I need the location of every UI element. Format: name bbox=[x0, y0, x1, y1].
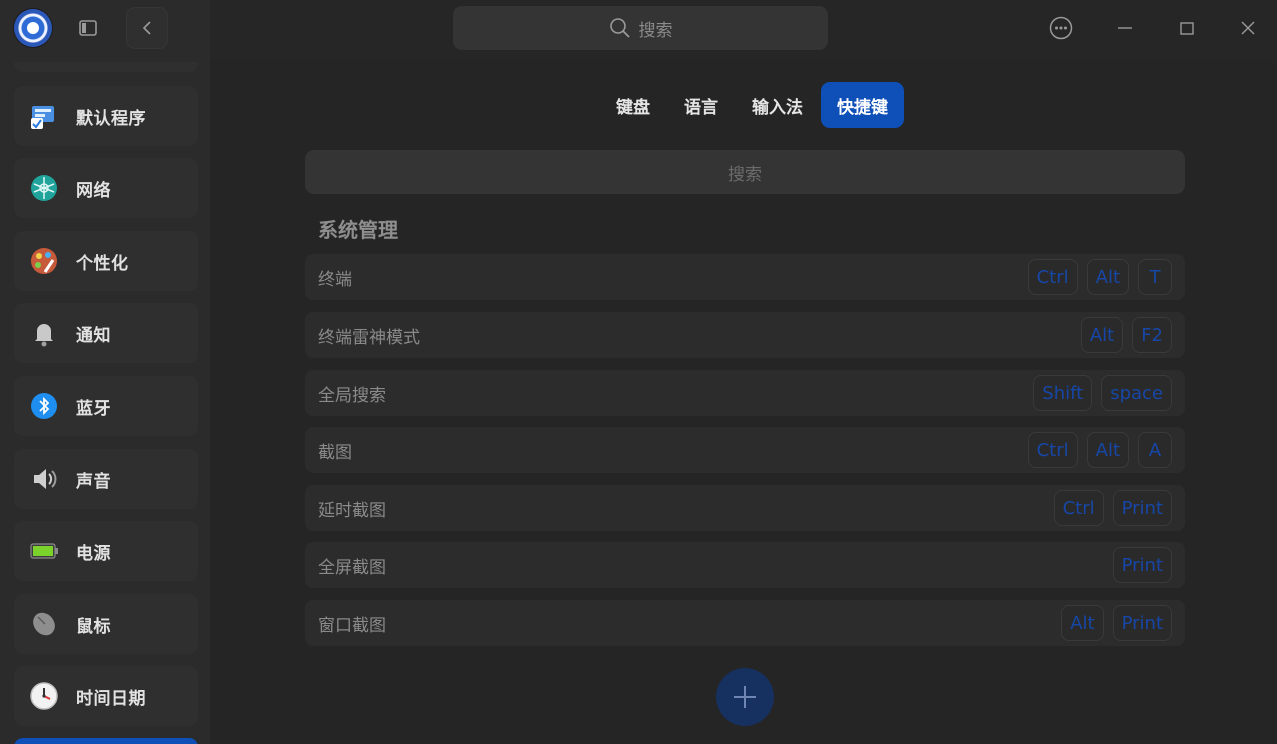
tab-shortcuts[interactable]: 快捷键 bbox=[821, 82, 904, 128]
shortcut-key[interactable]: Shift bbox=[1033, 375, 1093, 411]
sidebar-toggle-icon[interactable] bbox=[78, 18, 98, 38]
sidebar-item-label: 声音 bbox=[76, 471, 111, 492]
shortcut-row[interactable]: 终端雷神模式 Alt F2 bbox=[305, 312, 1185, 358]
sidebar-item-label: 默认程序 bbox=[76, 108, 146, 129]
shortcut-keys[interactable]: Ctrl Alt A bbox=[1019, 432, 1172, 468]
tab-language[interactable]: 语言 bbox=[668, 82, 734, 128]
tab-bar: 键盘 语言 输入法 快捷键 bbox=[600, 82, 906, 128]
sidebar: 默认程序网络个性化通知蓝牙声音电源鼠标时间日期 bbox=[0, 0, 210, 744]
battery-icon bbox=[28, 535, 60, 567]
shortcut-key[interactable]: Ctrl bbox=[1053, 490, 1104, 526]
default-apps-icon bbox=[28, 100, 60, 132]
shortcut-name: 终端 bbox=[318, 269, 352, 290]
clock-icon bbox=[28, 680, 60, 712]
shortcut-name: 全局搜索 bbox=[318, 385, 386, 406]
sidebar-item-previous[interactable] bbox=[14, 62, 198, 72]
shortcut-key[interactable]: Ctrl bbox=[1027, 259, 1078, 295]
shortcut-name: 终端雷神模式 bbox=[318, 327, 420, 348]
sidebar-item-default-apps[interactable]: 默认程序 bbox=[14, 86, 198, 146]
app-logo-icon bbox=[14, 9, 52, 47]
sidebar-item-datetime[interactable]: 时间日期 bbox=[14, 666, 198, 726]
shortcut-key[interactable]: Alt bbox=[1086, 259, 1129, 295]
sidebar-item-label: 通知 bbox=[76, 325, 111, 346]
shortcut-row[interactable]: 窗口截图 Alt Print bbox=[305, 600, 1185, 646]
global-search-input[interactable]: 搜索 bbox=[453, 6, 828, 50]
tab-input-method[interactable]: 输入法 bbox=[736, 82, 819, 128]
sidebar-item-label: 电源 bbox=[76, 543, 111, 564]
search-placeholder: 搜索 bbox=[638, 20, 673, 41]
shortcut-row[interactable]: 终端 Ctrl Alt T bbox=[305, 254, 1185, 300]
tab-keyboard[interactable]: 键盘 bbox=[600, 82, 666, 128]
shortcut-key[interactable]: space bbox=[1101, 375, 1172, 411]
sidebar-item-mouse[interactable]: 鼠标 bbox=[14, 594, 198, 654]
shortcut-key[interactable]: F2 bbox=[1132, 317, 1172, 353]
sidebar-item-label: 鼠标 bbox=[76, 616, 111, 637]
shortcut-key[interactable]: Print bbox=[1112, 490, 1172, 526]
shortcut-row[interactable]: 全局搜索 Shift space bbox=[305, 370, 1185, 416]
sidebar-item-label: 网络 bbox=[76, 180, 111, 201]
shortcut-keys[interactable]: Alt F2 bbox=[1072, 317, 1172, 353]
search-icon bbox=[609, 18, 630, 38]
shortcut-row[interactable]: 截图 Ctrl Alt A bbox=[305, 427, 1185, 473]
minimize-icon[interactable] bbox=[1112, 15, 1138, 41]
bluetooth-icon bbox=[28, 390, 60, 422]
sidebar-item-sound[interactable]: 声音 bbox=[14, 449, 198, 509]
speaker-icon bbox=[28, 463, 60, 495]
titlebar: 搜索 bbox=[210, 0, 1277, 60]
shortcut-row[interactable]: 全屏截图 Print bbox=[305, 542, 1185, 588]
sidebar-item-label: 蓝牙 bbox=[76, 398, 111, 419]
shortcut-key[interactable]: Alt bbox=[1080, 317, 1124, 353]
shortcut-row[interactable]: 延时截图 Ctrl Print bbox=[305, 485, 1185, 531]
plus-icon bbox=[734, 686, 756, 708]
bell-icon bbox=[28, 317, 60, 349]
shortcut-key[interactable]: Print bbox=[1112, 547, 1172, 583]
sidebar-item-bluetooth[interactable]: 蓝牙 bbox=[14, 376, 198, 436]
shortcut-name: 窗口截图 bbox=[318, 615, 386, 636]
back-button[interactable] bbox=[126, 7, 168, 49]
sidebar-item-personalization[interactable]: 个性化 bbox=[14, 231, 198, 291]
shortcut-key[interactable]: Ctrl bbox=[1027, 432, 1078, 468]
maximize-icon[interactable] bbox=[1174, 15, 1200, 41]
sidebar-item-label: 个性化 bbox=[76, 253, 129, 274]
network-icon bbox=[28, 172, 60, 204]
shortcut-key[interactable]: Alt bbox=[1061, 605, 1104, 641]
sidebar-item-network[interactable]: 网络 bbox=[14, 158, 198, 218]
shortcut-key[interactable]: A bbox=[1138, 432, 1172, 468]
shortcut-key[interactable]: Alt bbox=[1086, 432, 1129, 468]
sidebar-item-label: 时间日期 bbox=[76, 688, 146, 709]
shortcut-name: 全屏截图 bbox=[318, 557, 386, 578]
sidebar-item-power[interactable]: 电源 bbox=[14, 521, 198, 581]
shortcut-search-input[interactable]: 搜索 bbox=[305, 150, 1185, 194]
control-center-window: 默认程序网络个性化通知蓝牙声音电源鼠标时间日期 搜索 键盘 语言 输入法 快捷键 bbox=[0, 0, 1277, 744]
shortcut-keys[interactable]: Shift space bbox=[1024, 375, 1172, 411]
shortcut-keys[interactable]: Print bbox=[1104, 547, 1172, 583]
sidebar-item-notification[interactable]: 通知 bbox=[14, 303, 198, 363]
shortcut-key[interactable]: Print bbox=[1112, 605, 1172, 641]
section-title: 系统管理 bbox=[318, 218, 398, 242]
shortcut-name: 截图 bbox=[318, 442, 352, 463]
chevron-left-icon bbox=[142, 21, 151, 35]
add-shortcut-button[interactable] bbox=[716, 668, 774, 726]
shortcut-name: 延时截图 bbox=[318, 500, 386, 521]
shortcut-keys[interactable]: Ctrl Alt T bbox=[1019, 259, 1172, 295]
shortcut-search-placeholder: 搜索 bbox=[728, 164, 762, 185]
mouse-icon bbox=[28, 608, 60, 640]
shortcut-key[interactable]: T bbox=[1138, 259, 1172, 295]
shortcut-keys[interactable]: Alt Print bbox=[1052, 605, 1172, 641]
more-options-icon[interactable] bbox=[1048, 15, 1074, 41]
shortcuts-panel: 键盘 语言 输入法 快捷键 搜索 系统管理 终端 Ctrl Alt T 终端雷神模式 Al… bbox=[210, 60, 1277, 744]
sidebar-header bbox=[0, 0, 210, 60]
personalization-icon bbox=[28, 245, 60, 277]
shortcut-keys[interactable]: Ctrl Print bbox=[1045, 490, 1172, 526]
close-icon[interactable] bbox=[1235, 15, 1261, 41]
sidebar-item-next-selected[interactable] bbox=[14, 738, 198, 744]
